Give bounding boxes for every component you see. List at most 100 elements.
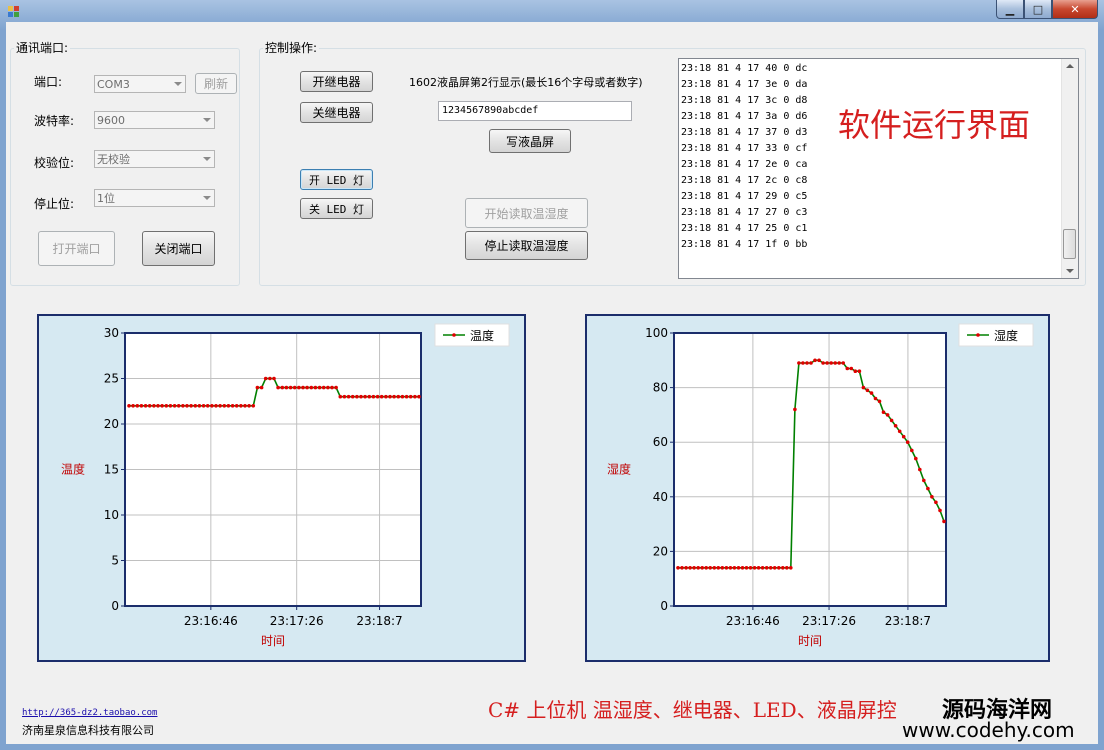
baud-select[interactable]: 9600 — [94, 111, 215, 129]
port-select-value: COM3 — [97, 78, 130, 91]
refresh-button[interactable]: 刷新 — [195, 73, 237, 94]
data-point — [881, 410, 886, 414]
data-point — [359, 394, 363, 399]
data-point — [350, 394, 355, 399]
data-point — [865, 388, 870, 393]
scroll-down-icon[interactable] — [1066, 269, 1074, 273]
data-point — [172, 404, 177, 408]
minimize-button[interactable]: ▁ — [996, 0, 1024, 19]
data-point — [777, 566, 781, 570]
data-point — [736, 566, 741, 570]
close-button[interactable]: ✕ — [1052, 0, 1098, 19]
data-point — [396, 394, 401, 399]
led-on-button[interactable]: 开 LED 灯 — [300, 169, 373, 190]
x-tick-label: 23:16:46 — [184, 614, 238, 628]
data-point — [813, 358, 817, 363]
data-point — [837, 361, 841, 365]
humidity-chart: 0 20 40 60 80 100 23:16:46 23:17:26 23:18:7 时间 湿度湿… — [585, 314, 1050, 662]
data-point — [139, 404, 144, 408]
data-point — [732, 566, 737, 570]
x-tick-label: 23:17:26 — [802, 614, 856, 628]
maximize-button[interactable]: □ — [1024, 0, 1052, 19]
data-point — [910, 448, 914, 453]
data-point — [905, 440, 910, 444]
scroll-thumb[interactable] — [1063, 229, 1076, 259]
data-point — [392, 394, 396, 399]
data-point — [168, 404, 173, 408]
data-point — [135, 404, 140, 408]
data-point — [708, 566, 712, 570]
data-point — [829, 361, 833, 365]
data-point — [330, 385, 334, 390]
led-off-button[interactable]: 关 LED 灯 — [300, 198, 373, 219]
data-point — [214, 404, 218, 408]
relay-on-button[interactable]: 开继电器 — [300, 71, 373, 92]
data-point — [181, 404, 185, 408]
stop-bits-select-value: 1位 — [97, 192, 115, 205]
y-tick-label: 60 — [653, 435, 668, 449]
app-window: ▁ □ ✕ 通讯端口: 端口: COM3 刷新 波特率: 9600 校验位: 无… — [0, 0, 1104, 750]
lcd-text-input[interactable]: 1234567890abcdef — [438, 101, 632, 121]
parity-select[interactable]: 无校验 — [94, 150, 215, 168]
close-port-button[interactable]: 关闭端口 — [142, 231, 215, 266]
data-point — [222, 404, 227, 408]
data-point — [926, 486, 930, 491]
relay-off-button[interactable]: 关继电器 — [300, 102, 373, 123]
data-point — [897, 429, 902, 434]
data-point — [367, 394, 372, 399]
data-point — [781, 566, 785, 570]
chevron-down-icon — [174, 82, 182, 86]
data-point — [845, 366, 850, 371]
start-read-button[interactable]: 开始读取温湿度 — [465, 198, 588, 228]
log-line: 23:18 81 4 17 2c 0 c8 — [681, 175, 808, 186]
data-point — [684, 566, 688, 570]
open-port-button[interactable]: 打开端口 — [38, 231, 115, 266]
log-line: 23:18 81 4 17 3c 0 d8 — [681, 95, 808, 106]
stop-read-button[interactable]: 停止读取温湿度 — [465, 231, 588, 260]
data-point — [809, 361, 813, 365]
plot-area — [674, 333, 946, 606]
data-point — [922, 478, 926, 483]
control-group-label: 控制操作: — [263, 39, 320, 56]
data-point — [317, 385, 322, 390]
stop-bits-select[interactable]: 1位 — [94, 189, 215, 207]
data-point — [408, 394, 413, 399]
data-point — [801, 361, 805, 365]
data-point — [885, 413, 890, 417]
y-tick-label: 20 — [104, 417, 119, 431]
x-tick-label: 23:18:7 — [885, 614, 931, 628]
parity-select-value: 无校验 — [97, 153, 130, 166]
data-point — [197, 404, 202, 408]
data-point — [375, 394, 380, 399]
data-point — [740, 566, 745, 570]
serial-log-textarea[interactable]: 23:18 81 4 17 40 0 dc 23:18 81 4 17 3e 0 … — [678, 58, 1079, 279]
chevron-down-icon — [203, 118, 211, 122]
write-lcd-button[interactable]: 写液晶屏 — [489, 129, 571, 153]
shop-link[interactable]: http://365-dz2.taobao.com — [22, 708, 157, 718]
data-point — [716, 566, 721, 570]
data-point — [218, 404, 222, 408]
baud-select-value: 9600 — [97, 114, 125, 127]
data-point — [833, 361, 837, 365]
legend-label: 温度 — [470, 328, 494, 343]
data-point — [797, 361, 801, 365]
port-select[interactable]: COM3 — [94, 75, 186, 93]
data-point — [942, 519, 946, 524]
y-tick-label: 10 — [104, 508, 119, 522]
log-scrollbar[interactable] — [1061, 59, 1078, 278]
data-point — [728, 566, 733, 570]
y-tick-label: 100 — [645, 326, 668, 340]
data-point — [825, 361, 829, 365]
y-tick-label: 0 — [111, 599, 119, 613]
data-point — [160, 404, 164, 408]
scroll-up-icon[interactable] — [1066, 64, 1074, 68]
data-point — [143, 404, 148, 408]
x-axis-label: 时间 — [261, 634, 285, 648]
data-point — [201, 404, 206, 408]
overlay-title: 软件运行界面 — [838, 106, 1031, 144]
data-point — [309, 385, 314, 390]
data-point — [334, 385, 338, 390]
data-point — [744, 566, 749, 570]
data-point — [772, 566, 777, 570]
data-point — [305, 385, 309, 390]
